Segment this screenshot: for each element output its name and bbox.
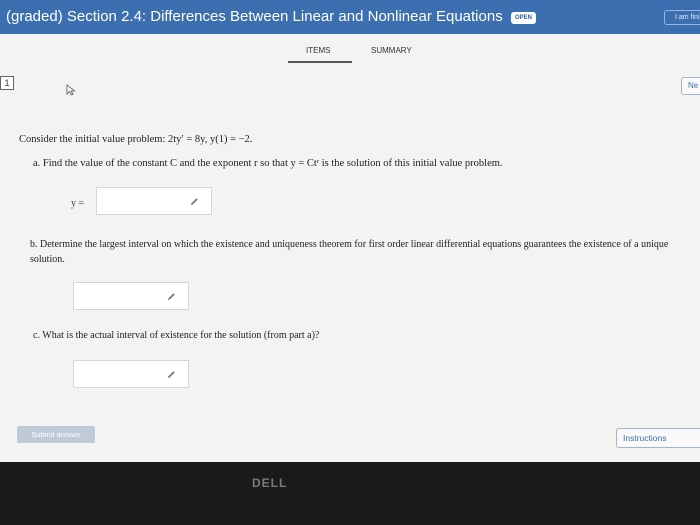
answer-a-label: y = <box>71 198 85 209</box>
problem-statement: Consider the initial value problem: 2ty′… <box>19 134 253 145</box>
answer-input-c[interactable] <box>73 360 189 388</box>
cursor-icon <box>66 84 76 96</box>
submit-answer-button[interactable]: Submit answer <box>17 426 95 443</box>
active-tab-indicator <box>288 61 352 63</box>
next-button[interactable]: Ne <box>681 77 700 95</box>
part-b-question: b. Determine the largest interval on whi… <box>30 239 669 265</box>
screen: (graded) Section 2.4: Differences Betwee… <box>0 0 700 462</box>
status-badge: OPEN <box>511 12 536 24</box>
page-title: (graded) Section 2.4: Differences Betwee… <box>6 8 503 25</box>
monitor-logo: DELL <box>252 476 288 490</box>
answer-input-a[interactable] <box>96 187 212 215</box>
answer-input-b[interactable] <box>73 282 189 310</box>
pencil-icon[interactable] <box>167 370 176 379</box>
title-bar: (graded) Section 2.4: Differences Betwee… <box>0 0 700 34</box>
part-c-question: c. What is the actual interval of existe… <box>33 330 320 341</box>
tab-summary[interactable]: SUMMARY <box>371 46 412 55</box>
part-a-question: a. Find the value of the constant C and … <box>33 158 503 169</box>
finish-button[interactable]: I am fini <box>664 10 700 25</box>
question-number-button[interactable]: 1 <box>0 76 14 90</box>
pencil-icon[interactable] <box>190 197 199 206</box>
pencil-icon[interactable] <box>167 292 176 301</box>
tab-items[interactable]: ITEMS <box>306 46 330 55</box>
instructions-button[interactable]: Instructions <box>616 428 700 448</box>
